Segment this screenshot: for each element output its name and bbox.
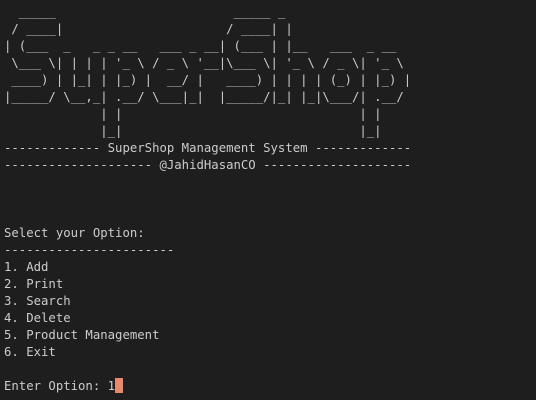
ascii-banner: _____ _____ _ / ____| / ____| | | (___ _… bbox=[4, 4, 536, 140]
menu-option-print: 2. Print bbox=[4, 277, 64, 291]
banner-line: | (___ _ _ _ __ ___ _ __| (___ | |__ ___… bbox=[4, 39, 397, 53]
menu-option-delete: 4. Delete bbox=[4, 311, 71, 325]
text-cursor bbox=[115, 378, 124, 393]
banner-line: _____ _____ _ bbox=[4, 5, 286, 19]
banner-line: |_| |_| bbox=[4, 124, 382, 138]
option-input-line[interactable]: Enter Option: 1 bbox=[4, 378, 536, 395]
menu-divider: ----------------------- bbox=[4, 243, 175, 257]
banner-line: |_____/ \__,_| .__/ \___|_| |_____/|_| |… bbox=[4, 90, 404, 104]
banner-line: ____) | |_| | |_) | __/ | ____) | | | | … bbox=[4, 73, 412, 87]
author-line: -------------------- @JahidHasanCO -----… bbox=[4, 158, 412, 172]
terminal-window[interactable]: _____ _____ _ / ____| / ____| | | (___ _… bbox=[0, 0, 536, 400]
banner-line: | | | | bbox=[4, 107, 382, 121]
menu-option-search: 3. Search bbox=[4, 294, 71, 308]
option-input-label: Enter Option: bbox=[4, 379, 108, 393]
menu-option-add: 1. Add bbox=[4, 260, 49, 274]
option-input-value[interactable]: 1 bbox=[108, 379, 115, 393]
menu-prompt: Select your Option: bbox=[4, 226, 145, 240]
banner-line: \___ \| | | | '_ \ / _ \ '__|\___ \| '_ … bbox=[4, 56, 404, 70]
menu-option-product-management: 5. Product Management bbox=[4, 328, 160, 342]
app-title-line: ------------- SuperShop Management Syste… bbox=[4, 141, 412, 155]
menu: Select your Option: --------------------… bbox=[4, 225, 536, 361]
banner-line: / ____| / ____| | bbox=[4, 22, 293, 36]
menu-option-exit: 6. Exit bbox=[4, 345, 56, 359]
